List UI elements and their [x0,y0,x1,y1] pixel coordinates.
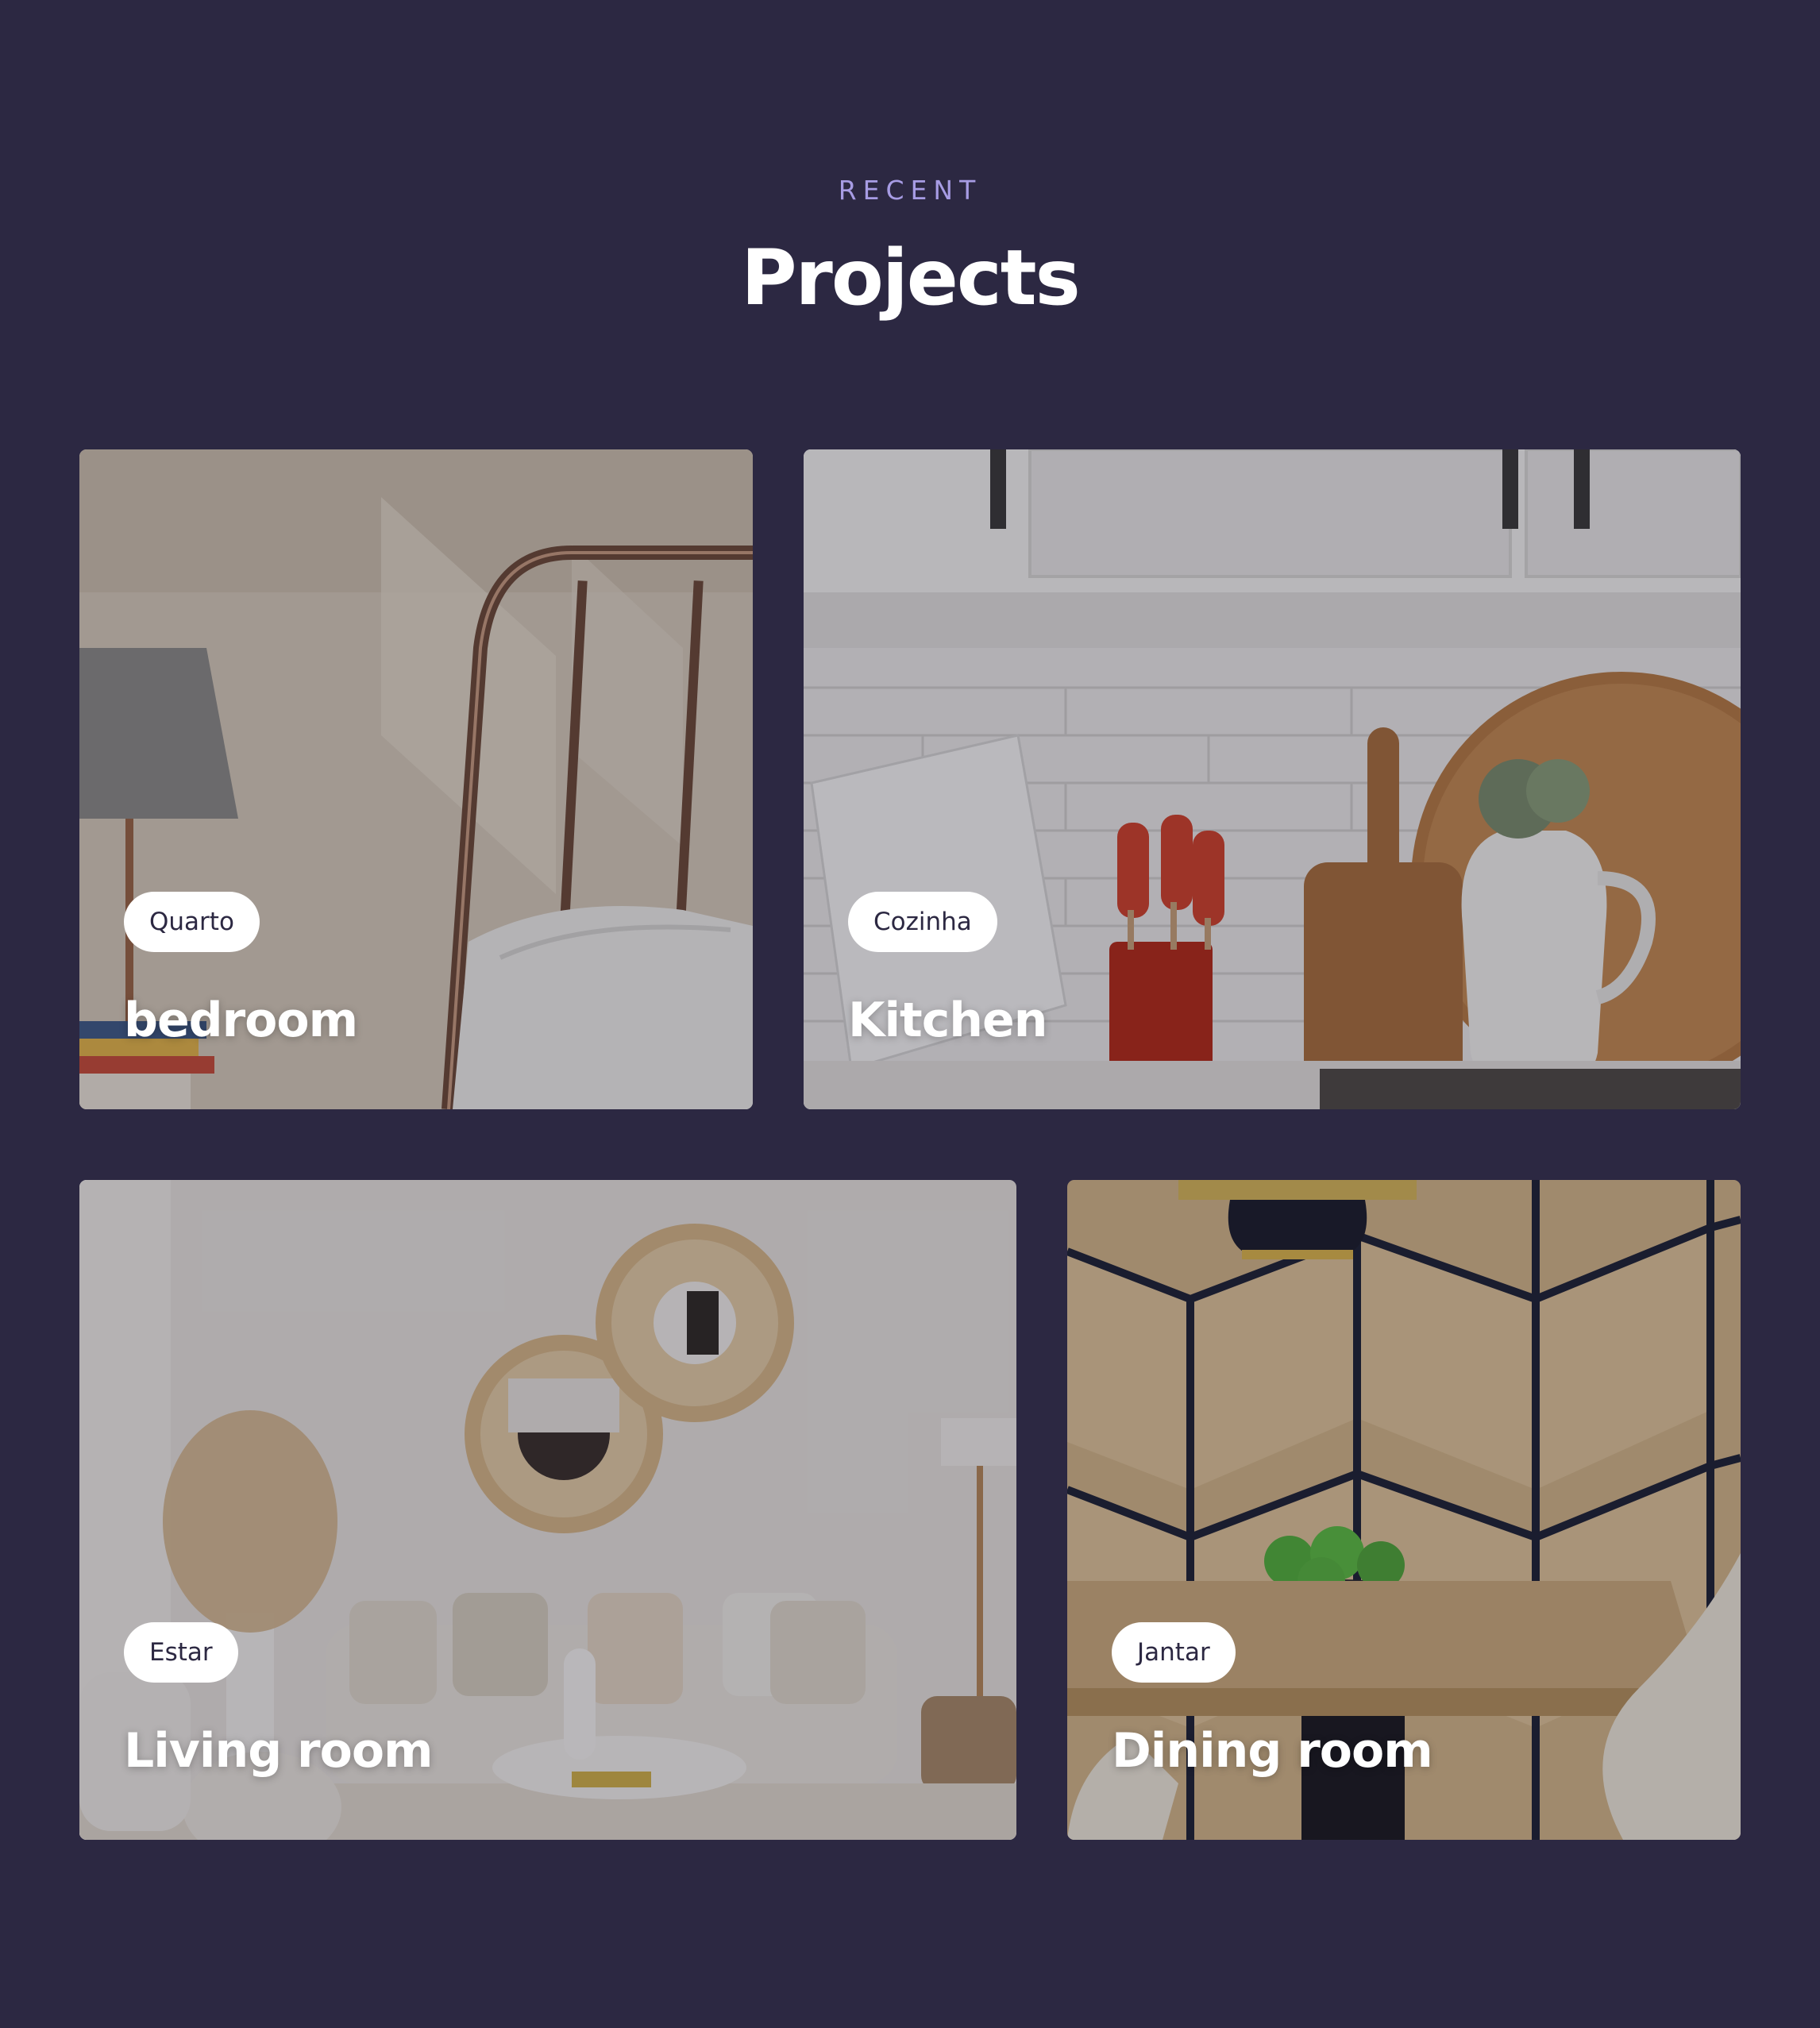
project-card-kitchen[interactable]: Cozinha Kitchen [804,449,1741,1109]
project-tag: Cozinha [848,892,997,952]
project-tag: Jantar [1112,1622,1236,1683]
project-card-bedroom[interactable]: Quarto bedroom [79,449,753,1109]
section-title: Projects [741,233,1081,322]
project-name: Dining room [1112,1723,1433,1779]
section-eyebrow: RECENT [838,175,982,206]
project-tag: Quarto [124,892,260,952]
project-tag: Estar [124,1622,238,1683]
project-name: Living room [124,1723,434,1779]
project-name: Kitchen [848,993,1047,1048]
project-card-living-room[interactable]: Estar Living room [79,1180,1016,1840]
project-name: bedroom [124,993,358,1048]
project-card-dining-room[interactable]: Jantar Dining room [1067,1180,1741,1840]
